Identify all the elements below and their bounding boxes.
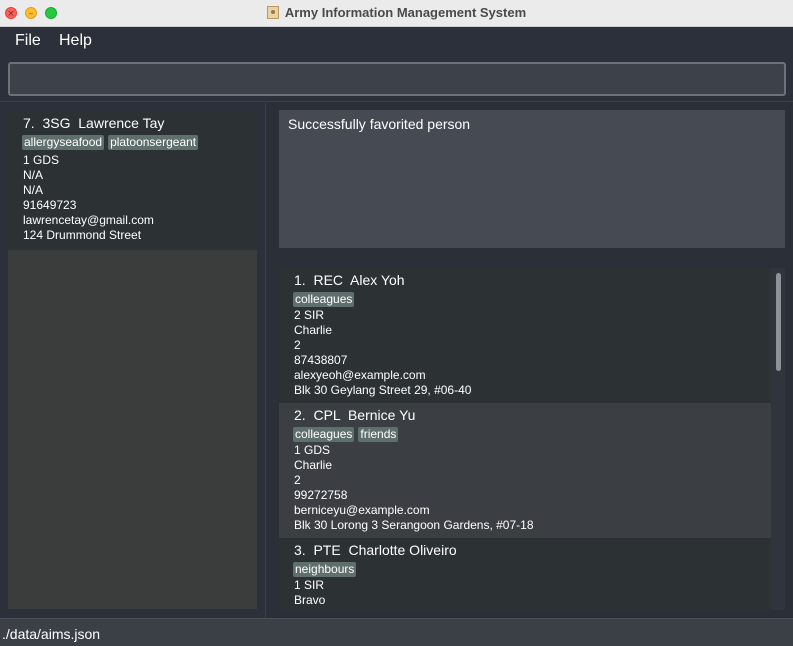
person-rank: REC [313,272,344,288]
person-list[interactable]: 1. REC Alex Yoh colleagues 2 SIR Charlie… [279,268,785,610]
person-unit: 1 GDS [294,443,331,457]
person-header: 3. PTE Charlotte Oliveiro [294,542,457,558]
window-title: Army Information Management System [284,5,527,20]
person-index: 2. [294,407,306,423]
person-unit: 1 GDS [23,153,60,167]
scrollbar[interactable] [771,268,785,610]
person-tags: neighbours [293,560,360,577]
person-rank: 3SG [42,115,71,131]
person-platoon: N/A [23,183,44,197]
menu-help[interactable]: Help [59,32,92,50]
app-icon [266,6,279,19]
result-display: Successfully favorited person [279,110,785,248]
result-message: Successfully favorited person [288,116,471,132]
tag: neighbours [293,562,357,577]
person-header: 1. REC Alex Yoh [294,272,405,288]
person-phone: 87438807 [294,353,348,367]
command-input[interactable] [8,62,786,96]
favorite-person-card[interactable]: 7. 3SG Lawrence Tay allergyseafood platoo… [8,111,257,250]
favorites-list[interactable]: 7. 3SG Lawrence Tay allergyseafood platoo… [8,111,257,609]
person-name: Bernice Yu [347,407,416,423]
person-index: 7. [23,115,35,131]
tag: allergyseafood [22,135,105,150]
person-email: alexyeoh@example.com [294,368,426,382]
person-tags: colleagues [293,290,358,307]
tag: colleagues [293,292,355,307]
person-address: Blk 30 Lorong 3 Serangoon Gardens, #07-1… [294,518,534,532]
person-index: 3. [294,542,306,558]
person-company: Charlie [294,458,333,472]
person-rank: PTE [313,542,341,558]
title-bar: × – Army Information Management System [0,0,793,27]
person-email: lawrencetay@gmail.com [23,213,154,227]
person-email: berniceyu@example.com [294,503,430,517]
person-index: 1. [294,272,306,288]
window-title-container: Army Information Management System [0,0,793,26]
person-card[interactable]: 3. PTE Charlotte Oliveiro neighbours 1 S… [279,538,771,610]
person-company: Charlie [294,323,333,337]
person-company: N/A [23,168,44,182]
person-unit: 1 SIR [294,578,325,592]
tag: colleagues [293,427,355,442]
tag: platoonsergeant [108,135,199,150]
person-header: 2. CPL Bernice Yu [294,407,415,423]
person-name: Lawrence Tay [78,115,165,131]
menu-file[interactable]: File [15,32,41,50]
person-card[interactable]: 2. CPL Bernice Yu colleagues friends 1 GD… [279,403,771,538]
command-box-area [0,54,793,102]
person-tags: colleagues friends [293,425,402,442]
person-card[interactable]: 1. REC Alex Yoh colleagues 2 SIR Charlie… [279,268,771,403]
favorites-panel: 7. 3SG Lawrence Tay allergyseafood platoo… [0,103,266,618]
menu-bar: File Help [0,27,793,54]
person-address: Blk 30 Geylang Street 29, #06-40 [294,383,472,397]
person-name: Charlotte Oliveiro [348,542,457,558]
person-phone: 91649723 [23,198,77,212]
person-unit: 2 SIR [294,308,325,322]
person-platoon: 2 [294,338,301,352]
data-file-path: ./data/aims.json [2,626,101,642]
person-name: Alex Yoh [350,272,405,288]
person-phone: 99272758 [294,488,348,502]
person-company: Bravo [294,593,326,607]
scrollbar-thumb[interactable] [776,273,781,371]
person-rank: CPL [313,407,341,423]
status-bar: ./data/aims.json [0,618,793,646]
tag: friends [358,427,399,442]
person-address: 124 Drummond Street [23,228,142,242]
person-header: 7. 3SG Lawrence Tay [23,115,164,131]
person-tags: allergyseafood platoonsergeant [22,133,202,150]
person-platoon: 2 [294,473,301,487]
